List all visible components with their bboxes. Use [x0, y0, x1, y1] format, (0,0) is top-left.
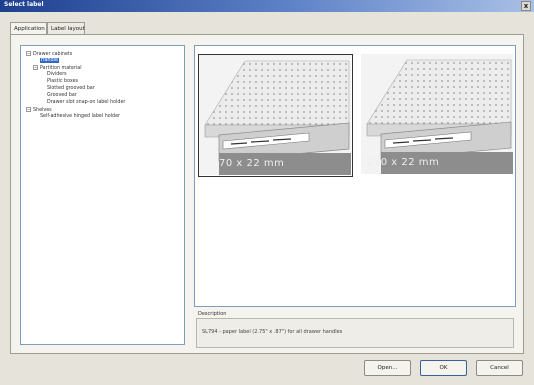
tree-item-label: Slotted grooved bar	[47, 86, 95, 91]
tree-item-shelves[interactable]: − Shelves	[26, 107, 52, 114]
tree-item-label: Partition material	[40, 66, 82, 71]
tree-item-label: Self-adhesive hinged label holder	[40, 114, 120, 119]
tree-item-self-adhesive-hinged[interactable]: Self-adhesive hinged label holder	[40, 114, 120, 120]
close-button[interactable]: x	[521, 1, 531, 11]
tree-item-dividers[interactable]: Dividers	[47, 72, 67, 78]
description-label: Description	[198, 311, 227, 317]
tree-item-handle[interactable]: Handle	[40, 58, 59, 64]
title-bar: Select label x	[0, 0, 534, 12]
drawer-handle-image	[361, 54, 513, 174]
tree-item-drawer-cabinets[interactable]: − Drawer cabinets	[26, 51, 72, 58]
tree-item-label: Plastic boxes	[47, 79, 79, 84]
open-button[interactable]: Open...	[364, 360, 411, 376]
description-text: SL794 - paper label (2.75" x .87") for a…	[202, 329, 343, 335]
tree-item-label: Handle	[40, 58, 59, 63]
tree-item-slotted-grooved-bar[interactable]: Slotted grooved bar	[47, 86, 95, 92]
collapse-icon[interactable]: −	[26, 107, 31, 112]
category-tree[interactable]: − Drawer cabinets Handle − Partition mater…	[20, 45, 185, 345]
label-preview-card[interactable]: 210 x 22 mm	[361, 54, 516, 177]
tree-item-label: Dividers	[47, 72, 67, 77]
tree-item-grooved-bar[interactable]: Grooved bar	[47, 93, 77, 99]
description-box: SL794 - paper label (2.75" x .87") for a…	[196, 318, 514, 348]
ok-button[interactable]: OK	[420, 360, 467, 376]
tree-item-label: Shelves	[33, 108, 52, 113]
tree-item-drawer-slot-snap-on[interactable]: Drawer slot snap-on label holder	[47, 100, 125, 106]
label-size-text: 70 x 22 mm	[219, 158, 285, 169]
tree-item-label: Drawer slot snap-on label holder	[47, 100, 126, 105]
window-title: Select label	[4, 1, 44, 8]
tab-label-layout[interactable]: Label layout	[47, 22, 85, 34]
label-preview-card[interactable]: 70 x 22 mm	[198, 54, 353, 177]
label-preview-area: 70 x 22 mm 210 x 22 mm	[194, 45, 516, 307]
collapse-icon[interactable]: −	[26, 51, 31, 56]
tree-item-label: Drawer cabinets	[33, 52, 73, 57]
drawer-handle-image	[199, 55, 351, 175]
collapse-icon[interactable]: −	[33, 65, 38, 70]
tree-item-plastic-boxes[interactable]: Plastic boxes	[47, 79, 78, 85]
cancel-button[interactable]: Cancel	[476, 360, 523, 376]
tree-item-label: Grooved bar	[47, 93, 77, 98]
tree-item-partition-material[interactable]: − Partition material	[33, 65, 82, 72]
label-size-text: 210 x 22 mm	[367, 157, 440, 168]
